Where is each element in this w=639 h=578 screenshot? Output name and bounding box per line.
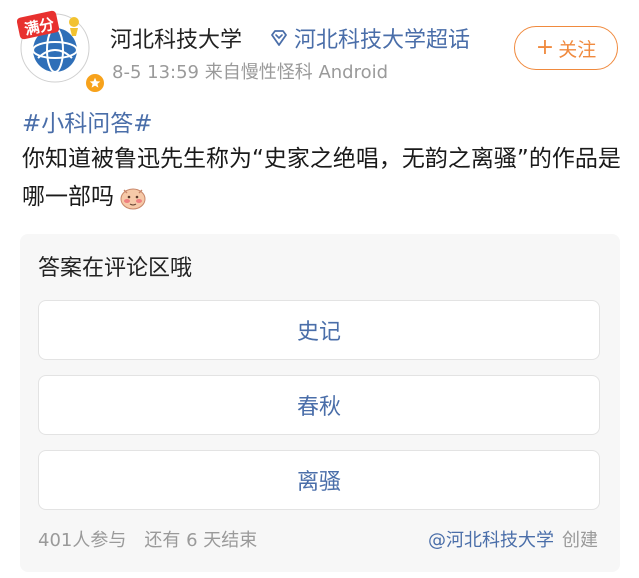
shy-face-emoji-icon [120, 188, 146, 209]
poll-stats: 401人参与 还有 6 天结束 [38, 526, 257, 552]
plus-icon: + [535, 35, 555, 60]
post-meta: 8-5 13:59 来自慢性怪科 Android [112, 58, 388, 84]
avatar[interactable]: 满分 [16, 8, 106, 94]
poll-option-1[interactable]: 史记 [38, 300, 600, 360]
post-text: 你知道被鲁迅先生称为“史家之绝唱，无韵之离骚”的作品是哪一部吗 [22, 140, 622, 216]
poll-option-2[interactable]: 春秋 [38, 375, 600, 435]
verified-badge [84, 72, 106, 94]
follow-label: 关注 [558, 38, 597, 61]
poll-created-label: 创建 [562, 530, 598, 551]
super-topic-link[interactable]: 河北科技大学超话 [268, 22, 470, 54]
poll-remaining: 还有 6 天结束 [144, 530, 258, 551]
poll-card: 答案在评论区哦 史记 春秋 离骚 401人参与 还有 6 天结束 @河北科技大学创… [20, 234, 620, 572]
post-body: 你知道被鲁迅先生称为“史家之绝唱，无韵之离骚”的作品是哪一部吗 [22, 146, 621, 210]
follow-button[interactable]: + 关注 [514, 26, 618, 70]
post-time: 8-5 13:59 [112, 62, 199, 83]
poll-title: 答案在评论区哦 [38, 256, 193, 281]
post-source: 来自慢性怪科 Android [204, 62, 389, 83]
super-topic-label: 河北科技大学超话 [294, 28, 471, 53]
star-icon [89, 77, 101, 88]
hashtag-link[interactable]: #小科问答# [22, 104, 153, 138]
poll-creator-link[interactable]: @河北科技大学 [428, 530, 554, 551]
super-topic-diamond-icon [271, 30, 287, 46]
university-logo-icon: 满分 [16, 10, 90, 83]
author-name[interactable]: 河北科技大学 [110, 22, 242, 54]
poll-participants: 401人参与 [38, 530, 127, 551]
poll-option-3[interactable]: 离骚 [38, 450, 600, 510]
poll-creator-info: @河北科技大学 创建 [428, 526, 598, 552]
